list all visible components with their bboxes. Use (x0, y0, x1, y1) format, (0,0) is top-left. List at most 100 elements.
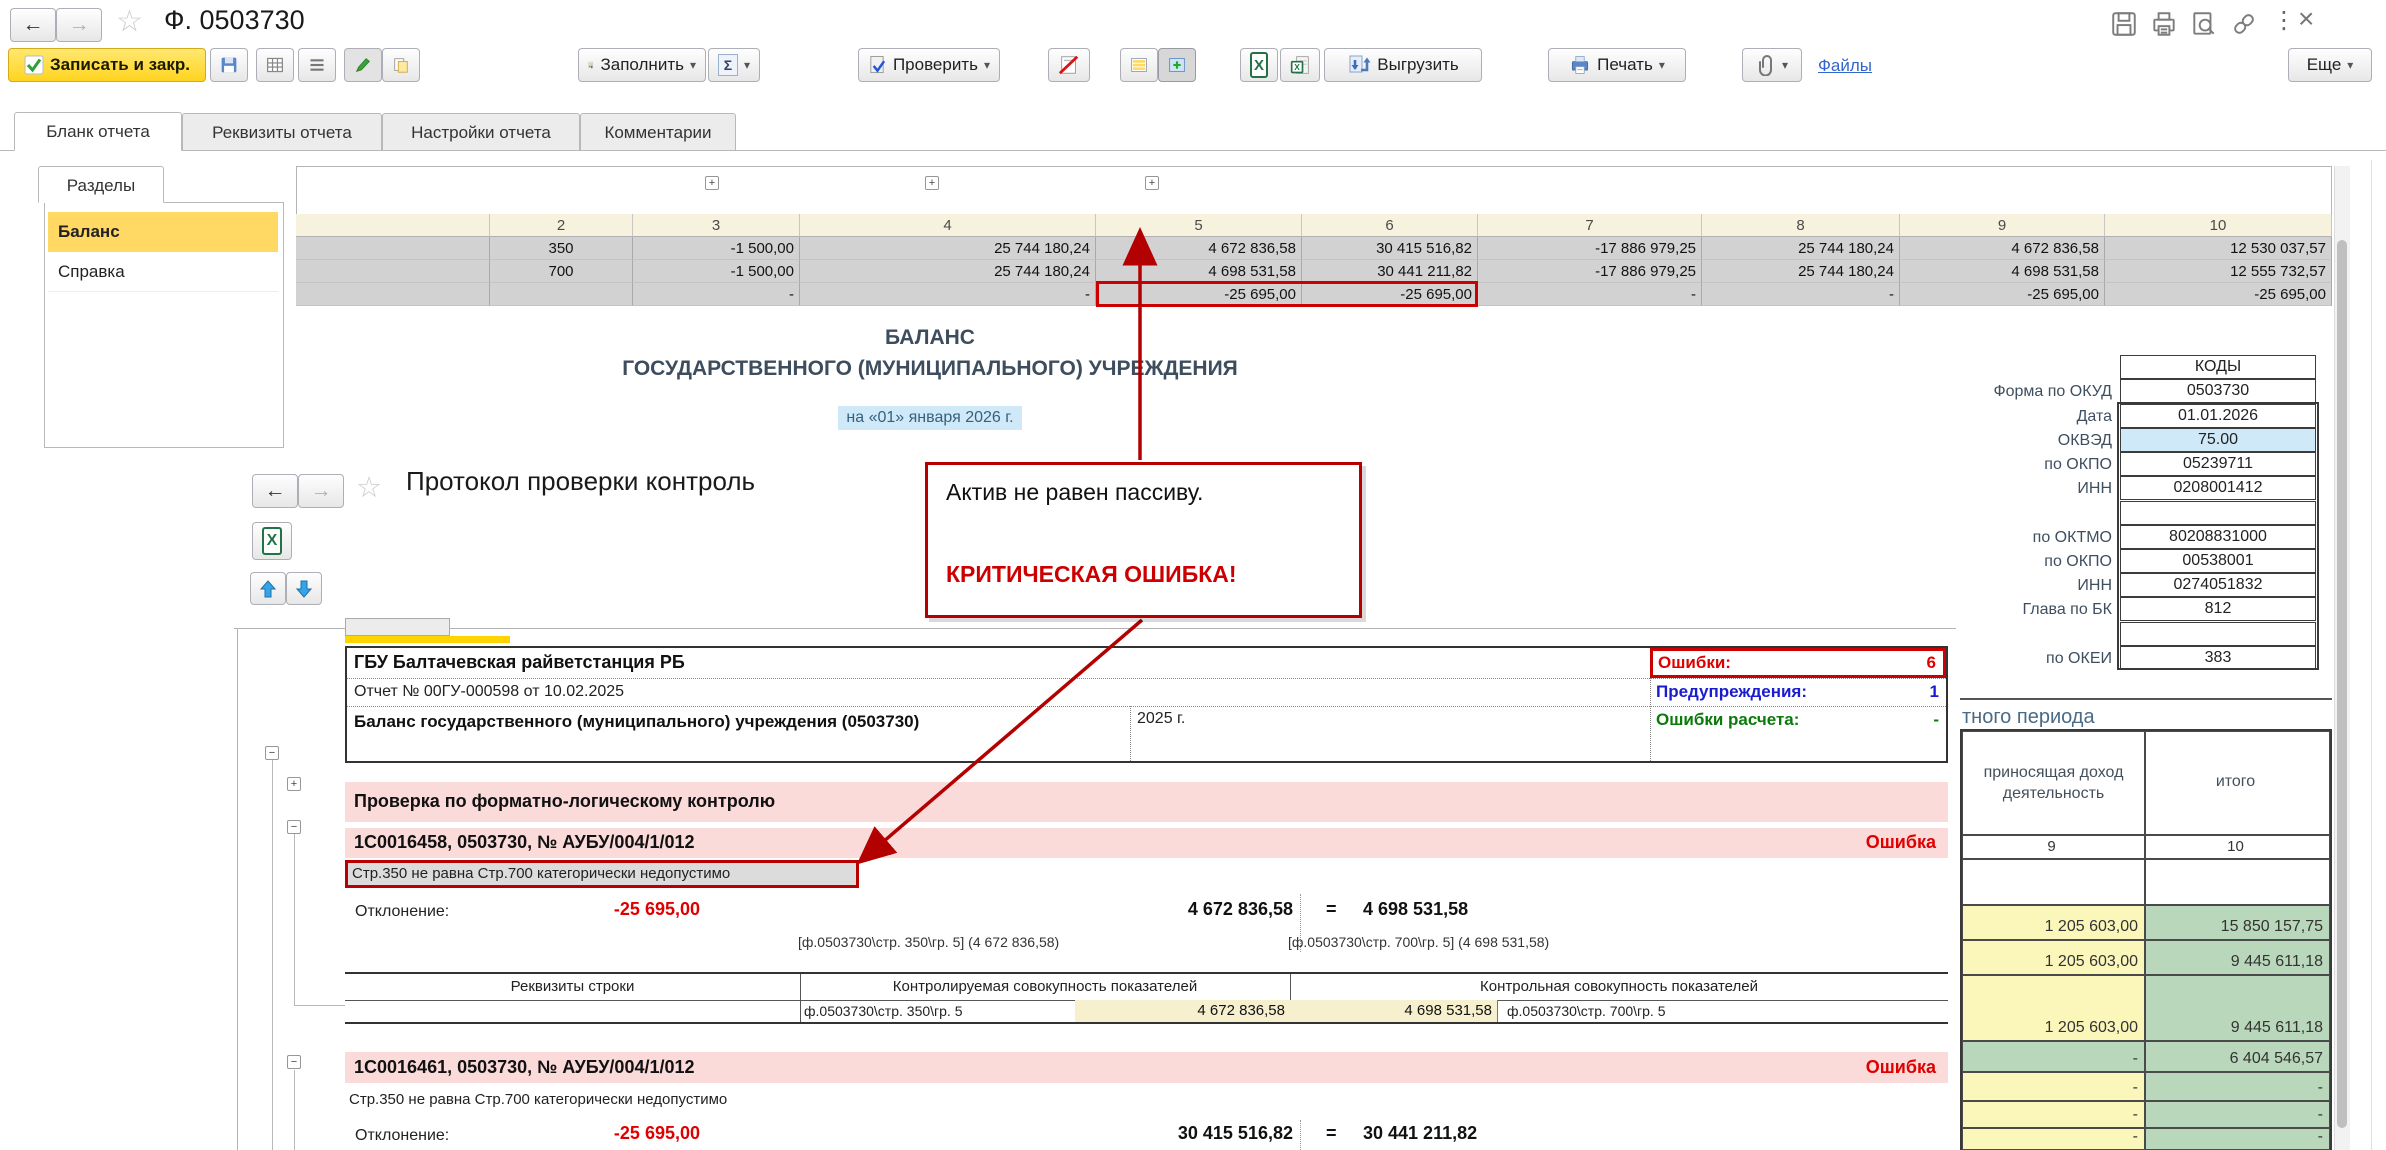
code-value-cell[interactable]: 383 (2120, 646, 2316, 670)
right-table-cell[interactable]: - (2145, 1072, 2330, 1101)
sheet-cell[interactable]: 25 744 180,24 (1702, 260, 1900, 283)
close-window-icon[interactable]: × (2298, 3, 2314, 35)
kebab-menu-icon[interactable]: ⋮ (2272, 6, 2296, 35)
sheet-cell[interactable]: - (800, 283, 1096, 306)
sheet-cell[interactable]: 25 744 180,24 (800, 260, 1096, 283)
verify-button[interactable]: Проверить▾ (858, 48, 1000, 82)
edit-button[interactable] (344, 48, 382, 82)
tab-report-settings[interactable]: Настройки отчета (382, 113, 580, 151)
right-table-cell[interactable] (1962, 859, 2145, 905)
protocol-excel-button[interactable]: X (252, 522, 292, 560)
right-table-cell[interactable]: 15 850 157,75 (2145, 905, 2330, 940)
protocol-back-button[interactable]: ← (252, 474, 298, 508)
right-table-cell[interactable]: - (2145, 1128, 2330, 1150)
code-value-cell[interactable]: 80208831000 (2120, 525, 2316, 549)
tab-sections[interactable]: Разделы (38, 166, 164, 203)
add-cell-button[interactable] (1158, 48, 1196, 82)
sheet-col-header[interactable]: 2 (490, 214, 633, 237)
tree-collapse-icon[interactable]: − (287, 1055, 301, 1069)
sheet-col-header[interactable]: 3 (633, 214, 800, 237)
sheet-col-header[interactable]: 9 (1900, 214, 2105, 237)
report-date[interactable]: на «01» января 2026 г. (838, 406, 1021, 430)
sum-button[interactable]: Σ ▾ (708, 48, 760, 82)
right-table-cell[interactable]: - (1962, 1041, 2145, 1072)
excel-button[interactable]: X (1240, 48, 1278, 82)
sheet-col-header[interactable]: 7 (1478, 214, 1702, 237)
sheet-cell[interactable]: 4 672 836,58 (1096, 237, 1302, 260)
right-table-cell[interactable]: - (2145, 1101, 2330, 1128)
scrollbar-thumb[interactable] (2337, 240, 2347, 1128)
sheet-cell[interactable]: 4 698 531,58 (1096, 260, 1302, 283)
sheet-cell[interactable]: 4 698 531,58 (1900, 260, 2105, 283)
sheet-cell[interactable]: - (1478, 283, 1702, 306)
tree-collapse-icon[interactable]: − (265, 746, 279, 760)
link-icon[interactable] (2230, 10, 2258, 43)
sheet-cell[interactable]: 700 (490, 260, 633, 283)
sheet-col-header[interactable]: 5 (1096, 214, 1302, 237)
files-link[interactable]: Файлы (1818, 56, 1872, 76)
tree-collapse-icon[interactable]: − (287, 820, 301, 834)
sheet-col-header[interactable]: 4 (800, 214, 1096, 237)
attach-button[interactable]: ▾ (1742, 48, 1802, 82)
right-table-cell[interactable]: 1 205 603,00 (1962, 940, 2145, 975)
sheet-col-header[interactable] (296, 214, 490, 237)
list-view-button[interactable] (298, 48, 336, 82)
right-table-cell[interactable]: - (1962, 1128, 2145, 1150)
code-value-cell[interactable]: 0208001412 (2120, 476, 2316, 500)
sheet-cell[interactable]: -1 500,00 (633, 237, 800, 260)
code-value-cell[interactable]: 0503730 (2120, 379, 2316, 403)
sheet-cell[interactable]: -1 500,00 (633, 260, 800, 283)
sheet-cell[interactable]: -17 886 979,25 (1478, 260, 1702, 283)
sheet-cell[interactable] (296, 260, 490, 283)
sidebar-item-balance[interactable]: Баланс (48, 212, 278, 252)
sidebar-item-reference[interactable]: Справка (48, 252, 278, 292)
error-row[interactable]: 1С0016461, 0503730, № АУБУ/004/1/012 Оши… (345, 1052, 1948, 1083)
sheet-cell[interactable]: -25 695,00 (1900, 283, 2105, 306)
sheet-cell[interactable]: 30 415 516,82 (1302, 237, 1478, 260)
protocol-favorite-star-icon[interactable]: ☆ (356, 470, 382, 505)
right-table-cell[interactable]: 9 445 611,18 (2145, 940, 2330, 975)
right-table-cell[interactable]: 1 205 603,00 (1962, 975, 2145, 1041)
sheet-cell[interactable] (296, 237, 490, 260)
right-table-cell[interactable]: 6 404 546,57 (2145, 1041, 2330, 1072)
tab-comments[interactable]: Комментарии (580, 113, 736, 151)
code-value-cell[interactable]: 00538001 (2120, 549, 2316, 573)
code-value-cell[interactable]: 05239711 (2120, 452, 2316, 476)
column-group-expand-icon[interactable]: + (705, 176, 719, 190)
sheet-cell[interactable]: 30 441 211,82 (1302, 260, 1478, 283)
sheet-col-header[interactable]: 10 (2105, 214, 2332, 237)
preview-icon[interactable] (2190, 10, 2218, 43)
code-value-cell[interactable]: 75.00 (2120, 428, 2316, 452)
error-row[interactable]: 1С0016458, 0503730, № АУБУ/004/1/012 Оши… (345, 828, 1948, 858)
print-icon[interactable] (2150, 10, 2178, 43)
print-button[interactable]: Печать▾ (1548, 48, 1686, 82)
right-table-cell[interactable]: - (1962, 1072, 2145, 1101)
right-table-cell[interactable]: 9 445 611,18 (2145, 975, 2330, 1041)
code-value-cell[interactable] (2120, 501, 2316, 525)
column-group-expand-icon[interactable]: + (1145, 176, 1159, 190)
protocol-forward-button[interactable]: → (298, 474, 344, 508)
save-and-close-button[interactable]: Записать и закр. (8, 48, 206, 82)
sheet-cell[interactable]: 25 744 180,24 (1702, 237, 1900, 260)
column-group-expand-icon[interactable]: + (925, 176, 939, 190)
sheet-cell[interactable] (296, 283, 490, 306)
code-value-cell[interactable]: 812 (2120, 597, 2316, 621)
protocol-next-error-button[interactable] (286, 572, 322, 605)
sheet-col-header[interactable]: 8 (1702, 214, 1900, 237)
fill-button[interactable]: Заполнить▾ (578, 48, 706, 82)
sheet-cell[interactable]: 25 744 180,24 (800, 237, 1096, 260)
table-view-button[interactable] (256, 48, 294, 82)
save-icon[interactable] (2110, 10, 2138, 43)
sheet-cell[interactable]: -25 695,00 (2105, 283, 2332, 306)
sheet-cell[interactable]: 12 530 037,57 (2105, 237, 2332, 260)
back-button[interactable]: ← (10, 8, 56, 42)
excel-doc-button[interactable]: X (1280, 48, 1320, 82)
tree-expand-icon[interactable]: + (287, 777, 301, 791)
tab-report-blank[interactable]: Бланк отчета (14, 112, 182, 151)
tab-report-requisites[interactable]: Реквизиты отчета (182, 113, 382, 151)
favorite-star-icon[interactable]: ☆ (116, 4, 143, 39)
check-section-row[interactable]: Проверка по форматно-логическому контрол… (345, 782, 1948, 822)
sheet-cell[interactable]: - (633, 283, 800, 306)
sheet-cell[interactable]: - (1702, 283, 1900, 306)
forward-button[interactable]: → (56, 8, 102, 42)
